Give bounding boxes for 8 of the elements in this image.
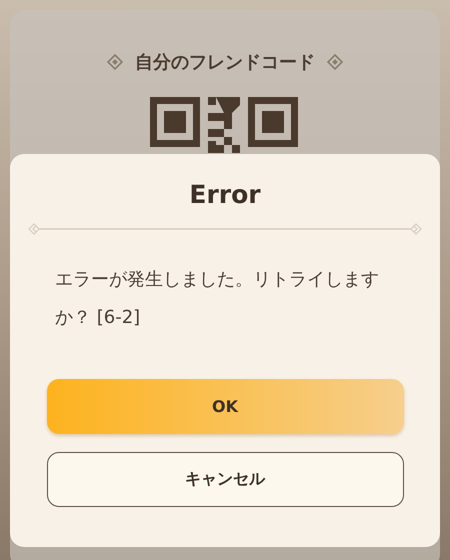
diamond-icon <box>107 54 123 70</box>
card-title: 自分のフレンドコード <box>135 51 315 74</box>
error-message: エラーが発生しました。リトライしますか？ [6-2] <box>55 268 380 330</box>
cancel-button[interactable]: キャンセル <box>46 452 404 507</box>
dialog-title: Error <box>189 180 261 209</box>
qr-code-icon <box>150 97 300 153</box>
diamond-icon <box>327 54 343 70</box>
ok-button[interactable]: OK <box>46 379 404 434</box>
